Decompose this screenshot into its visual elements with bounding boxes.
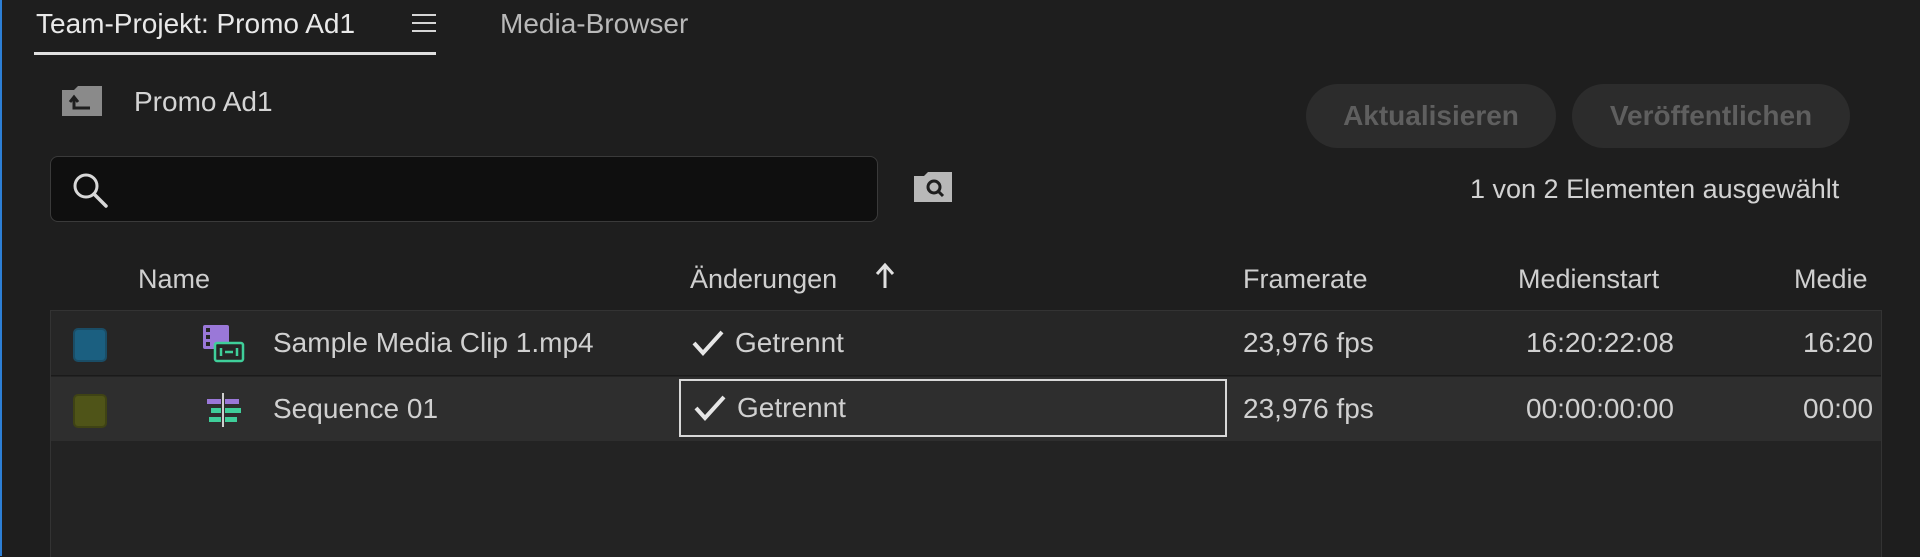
hamburger-menu-icon[interactable] (412, 14, 436, 36)
selection-count: 1 von 2 Elementen ausgewählt (1470, 174, 1840, 204)
media-end-value: 00:00 (1803, 393, 1874, 424)
active-tab-underline (34, 52, 436, 55)
table-row[interactable]: Sample Media Clip 1.mp4 Getrennt 23,976 … (51, 311, 1881, 376)
item-name: Sample Media Clip 1.mp4 (273, 327, 594, 358)
media-end-value: 16:20 (1803, 327, 1874, 358)
sort-ascending-icon[interactable] (874, 262, 896, 292)
media-start-value: 00:00:00:00 (1526, 393, 1674, 424)
changes-status-label: Getrennt (735, 327, 844, 358)
sequence-icon (201, 389, 245, 431)
check-icon (692, 330, 724, 356)
team-project-panel: Team-Projekt: Promo Ad1 Media-Browser Pr… (0, 0, 1920, 557)
column-header-framerate[interactable]: Framerate (1243, 264, 1368, 295)
video-clip-icon (201, 323, 245, 365)
column-header-name[interactable]: Name (138, 264, 210, 295)
project-title: Promo Ad1 (134, 86, 273, 117)
framerate-value: 23,976 fps (1243, 393, 1374, 424)
check-icon (694, 395, 726, 421)
column-header-media-end[interactable]: Medie (1794, 264, 1868, 295)
tab-team-project[interactable]: Team-Projekt: Promo Ad1 (36, 8, 355, 40)
label-color-swatch[interactable] (73, 328, 107, 362)
table-row[interactable]: Sequence 01 Getrennt 23,976 fps 00:00:00… (51, 377, 1881, 441)
column-header-media-start[interactable]: Medienstart (1518, 264, 1659, 295)
project-items-table[interactable]: Sample Media Clip 1.mp4 Getrennt 23,976 … (50, 310, 1882, 557)
publish-button[interactable]: Veröffentlichen (1572, 84, 1850, 148)
item-name: Sequence 01 (273, 393, 439, 424)
label-color-swatch[interactable] (73, 394, 107, 428)
search-input[interactable] (125, 167, 859, 211)
changes-status[interactable]: Getrennt (691, 323, 844, 363)
panel-focus-border (0, 0, 2, 556)
changes-status[interactable]: Getrennt (679, 379, 1227, 437)
update-button[interactable]: Aktualisieren (1306, 84, 1556, 148)
search-icon (71, 171, 109, 209)
media-start-value: 16:20:22:08 (1526, 327, 1674, 358)
tab-media-browser[interactable]: Media-Browser (500, 8, 688, 40)
changes-status-label: Getrennt (737, 392, 846, 423)
framerate-value: 23,976 fps (1243, 327, 1374, 358)
find-in-folder-icon[interactable] (912, 170, 954, 204)
navigate-up-folder-icon[interactable] (60, 84, 104, 118)
search-field[interactable] (50, 156, 878, 222)
column-header-changes[interactable]: Änderungen (690, 264, 837, 295)
